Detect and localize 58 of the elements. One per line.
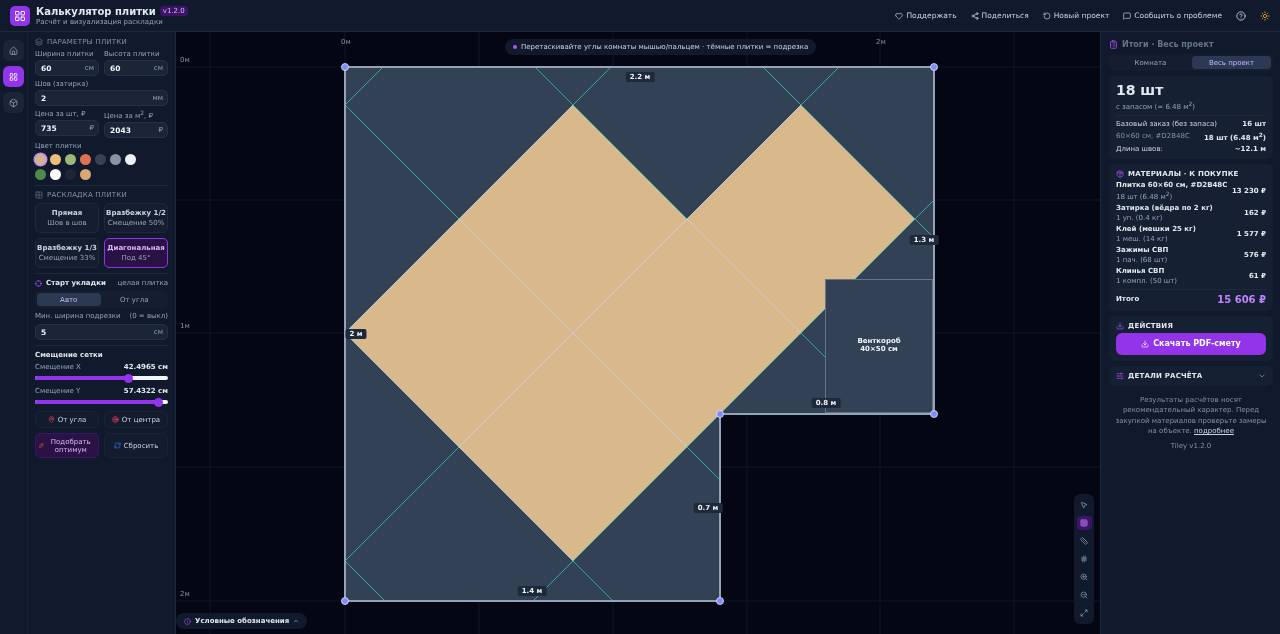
color-swatch[interactable] bbox=[110, 154, 121, 166]
color-swatch[interactable] bbox=[35, 154, 46, 166]
refresh-icon bbox=[113, 442, 121, 450]
slider-thumb[interactable] bbox=[154, 397, 164, 407]
color-swatch[interactable] bbox=[35, 169, 46, 181]
hash-icon bbox=[1080, 555, 1088, 563]
grid-icon bbox=[9, 71, 18, 82]
grid-icon bbox=[1080, 519, 1088, 527]
target-icon bbox=[111, 416, 119, 424]
chevron-icon bbox=[293, 618, 300, 624]
color-swatch[interactable] bbox=[50, 169, 61, 181]
layers-icon bbox=[35, 38, 43, 46]
target-icon bbox=[35, 279, 42, 287]
tile-count: 18 шт bbox=[1116, 82, 1165, 98]
zoom-in-icon bbox=[1080, 573, 1088, 581]
clipboard-icon bbox=[1109, 40, 1118, 49]
color-swatch[interactable] bbox=[80, 169, 91, 181]
total-value: 15 606 ₽ bbox=[1217, 294, 1266, 305]
app-logo-icon bbox=[10, 5, 30, 26]
status-dot bbox=[513, 45, 517, 49]
sparkle-icon bbox=[39, 442, 44, 450]
slider-thumb[interactable] bbox=[123, 373, 133, 383]
help-icon[interactable] bbox=[1236, 10, 1246, 21]
message-icon bbox=[1123, 11, 1132, 20]
color-swatch[interactable] bbox=[50, 154, 61, 166]
home-icon bbox=[9, 45, 18, 56]
corner-handle[interactable] bbox=[716, 410, 724, 418]
sun-icon[interactable] bbox=[1260, 10, 1270, 21]
nav-rail-button[interactable] bbox=[3, 66, 24, 87]
expand-icon bbox=[1080, 609, 1088, 617]
chevron-icon[interactable] bbox=[1258, 372, 1266, 380]
grid-icon bbox=[35, 191, 43, 200]
corner-handle[interactable] bbox=[716, 597, 724, 605]
package-icon bbox=[1116, 169, 1124, 178]
tool-button[interactable] bbox=[1076, 516, 1092, 530]
pin-icon bbox=[47, 416, 55, 424]
sliders-icon bbox=[1116, 372, 1124, 380]
corner-handle[interactable] bbox=[930, 410, 938, 418]
color-swatch[interactable] bbox=[95, 154, 106, 166]
corner-handle[interactable] bbox=[341, 597, 349, 605]
reset-icon bbox=[1042, 11, 1051, 20]
panel-title: Итоги · Весь проект bbox=[1122, 40, 1214, 49]
info-icon bbox=[184, 617, 191, 625]
app-title: Калькулятор плитки bbox=[36, 5, 156, 17]
share-icon bbox=[970, 11, 979, 20]
cube-icon bbox=[9, 97, 18, 108]
pointer-icon bbox=[1080, 501, 1088, 509]
ruler-icon bbox=[1080, 537, 1088, 545]
color-swatch[interactable] bbox=[125, 154, 136, 166]
heart-icon bbox=[895, 11, 904, 20]
corner-handle[interactable] bbox=[341, 63, 349, 71]
color-swatch[interactable] bbox=[65, 154, 76, 166]
download-icon bbox=[1116, 322, 1124, 330]
download-icon bbox=[1141, 340, 1150, 348]
download-pdf-button[interactable]: Скачать PDF-смету bbox=[1116, 333, 1266, 355]
color-swatch[interactable] bbox=[80, 154, 91, 166]
zoom-out-icon bbox=[1080, 591, 1088, 599]
corner-handle[interactable] bbox=[930, 63, 938, 71]
